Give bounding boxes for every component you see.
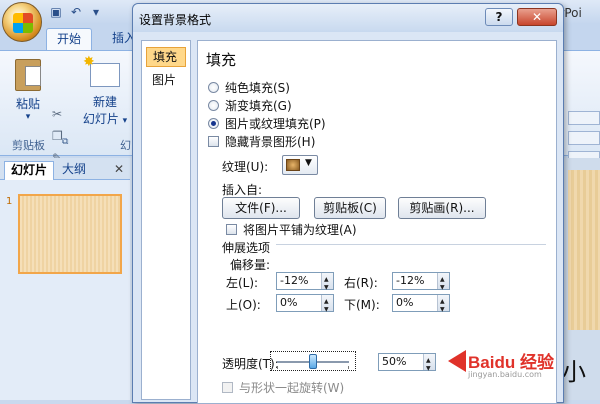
gradient-fill-label: 渐变填充(G) [225, 98, 292, 113]
offset-top-value: 0% [280, 296, 298, 309]
rotate-with-shape-checkbox[interactable] [222, 381, 233, 393]
section-heading: 填充 [206, 51, 237, 69]
rotate-with-shape-label: 与形状一起旋转(W) [239, 380, 345, 395]
offset-bottom-value: 0% [396, 296, 414, 309]
paste-label: 粘贴 [15, 97, 40, 111]
new-slide-button[interactable]: 新建 幻灯片 ▾ [80, 54, 130, 127]
tile-texture-option[interactable]: 将图片平铺为纹理(A) [226, 221, 357, 237]
clipboard-mini-tools: ✂ ❐ ✎ [52, 107, 63, 165]
chevron-down-icon: ▼ [305, 158, 312, 168]
hide-bg-graphics-checkbox[interactable] [208, 135, 219, 147]
nav-item-picture[interactable]: 图片 [146, 71, 186, 91]
picture-fill-label: 图片或纹理填充(P) [225, 116, 326, 131]
transparency-value: 50% [382, 355, 407, 368]
offset-right-value: -12% [396, 274, 425, 287]
slide-number: 1 [6, 196, 13, 207]
insert-from-label: 插入自: [222, 183, 263, 197]
transparency-stepper[interactable]: 50% [378, 353, 436, 377]
ribbon-tool[interactable] [568, 111, 600, 125]
chevron-down-icon[interactable]: ▾ [88, 4, 104, 20]
help-button[interactable]: ? [485, 8, 513, 26]
tile-texture-checkbox[interactable] [226, 223, 237, 235]
tab-home[interactable]: 开始 [46, 28, 93, 50]
offset-top-label: 上(O): [226, 298, 261, 312]
texture-swatch-icon [286, 159, 300, 171]
slides-panel: 1 [0, 180, 130, 400]
spin-arrows-icon[interactable] [321, 272, 333, 296]
spin-arrows-icon[interactable] [423, 353, 435, 377]
ribbon-tool[interactable] [568, 131, 600, 145]
baidu-watermark: Baidu 经验 jingyan.baidu.com [440, 344, 560, 384]
offset-left-stepper[interactable]: -12% [276, 272, 334, 296]
close-icon[interactable]: ✕ [114, 162, 124, 176]
offset-bottom-label: 下(M): [344, 298, 380, 312]
slide-text-fragment: 小 [562, 358, 586, 386]
chevron-down-icon: ▾ [25, 112, 31, 122]
dialog-launcher-icon[interactable]: ⧉ [62, 137, 68, 147]
quick-access-toolbar: ▣ ↶ ▾ [48, 4, 104, 20]
dialog-nav: 填充 图片 [141, 40, 191, 400]
slide-canvas[interactable] [568, 170, 600, 330]
nav-item-fill[interactable]: 填充 [146, 47, 186, 67]
dialog-title: 设置背景格式 [139, 13, 212, 27]
gradient-fill-option[interactable]: 渐变填充(G) [208, 97, 292, 113]
offset-right-label: 右(R): [344, 276, 378, 290]
offset-left-value: -12% [280, 274, 309, 287]
hide-bg-graphics-option[interactable]: 隐藏背景图形(H) [208, 133, 315, 149]
save-icon[interactable]: ▣ [48, 4, 64, 20]
picture-fill-radio[interactable] [208, 117, 219, 129]
cut-icon[interactable]: ✂ [52, 107, 63, 121]
slide-thumbnail[interactable] [18, 194, 122, 274]
new-slide-label-2: 幻灯片 [82, 112, 119, 126]
spin-arrows-icon[interactable] [437, 272, 449, 296]
undo-icon[interactable]: ↶ [68, 4, 84, 20]
new-slide-icon [83, 54, 120, 87]
texture-label: 纹理(U): [222, 160, 269, 174]
paste-button[interactable]: 粘贴 ▾ [8, 59, 48, 122]
gradient-fill-radio[interactable] [208, 99, 219, 111]
spin-arrows-icon[interactable] [321, 294, 333, 318]
watermark-url: jingyan.baidu.com [468, 370, 542, 379]
solid-fill-radio[interactable] [208, 81, 219, 93]
texture-dropdown[interactable]: ▼ [282, 155, 318, 175]
dialog-titlebar[interactable]: 设置背景格式 ? ✕ [133, 4, 563, 32]
tab-outline[interactable]: 大纲 [56, 161, 92, 180]
clipboard-button[interactable]: 剪贴板(C) [314, 197, 386, 219]
offset-bottom-stepper[interactable]: 0% [392, 294, 450, 318]
solid-fill-label: 纯色填充(S) [225, 80, 290, 95]
solid-fill-option[interactable]: 纯色填充(S) [208, 79, 290, 95]
spin-arrows-icon[interactable] [437, 294, 449, 318]
chevron-down-icon: ▾ [122, 116, 128, 126]
slider-thumb[interactable] [309, 354, 317, 369]
transparency-slider[interactable] [270, 351, 356, 371]
file-button[interactable]: 文件(F)... [222, 197, 300, 219]
rotate-with-shape-option[interactable]: 与形状一起旋转(W) [222, 379, 344, 395]
paste-icon [15, 59, 41, 91]
close-button[interactable]: ✕ [517, 8, 557, 26]
picture-fill-option[interactable]: 图片或纹理填充(P) [208, 115, 326, 131]
clipboard-group-label: 剪贴板 [12, 139, 45, 152]
office-button[interactable] [2, 2, 42, 42]
arrow-left-icon [448, 350, 466, 372]
clipart-button[interactable]: 剪贴画(R)... [398, 197, 486, 219]
stretch-options-label: 伸展选项 [222, 241, 271, 255]
tab-slides[interactable]: 幻灯片 [4, 161, 55, 180]
offset-left-label: 左(L): [226, 276, 259, 290]
format-background-dialog: 设置背景格式 ? ✕ 填充 图片 填充 纯色填充(S) 渐变填充(G) 图片或纹… [132, 3, 564, 404]
divider [276, 244, 546, 245]
offset-label: 偏移量: [230, 258, 271, 272]
new-slide-label: 新建 [92, 95, 117, 109]
offset-right-stepper[interactable]: -12% [392, 272, 450, 296]
slides-panel-tabs: 幻灯片 大纲 ✕ [0, 158, 130, 180]
slides-group-label: 幻 [120, 139, 131, 152]
office-logo-icon [13, 13, 33, 33]
offset-top-stepper[interactable]: 0% [276, 294, 334, 318]
tile-texture-label: 将图片平铺为纹理(A) [243, 222, 357, 237]
hide-bg-graphics-label: 隐藏背景图形(H) [225, 134, 316, 149]
